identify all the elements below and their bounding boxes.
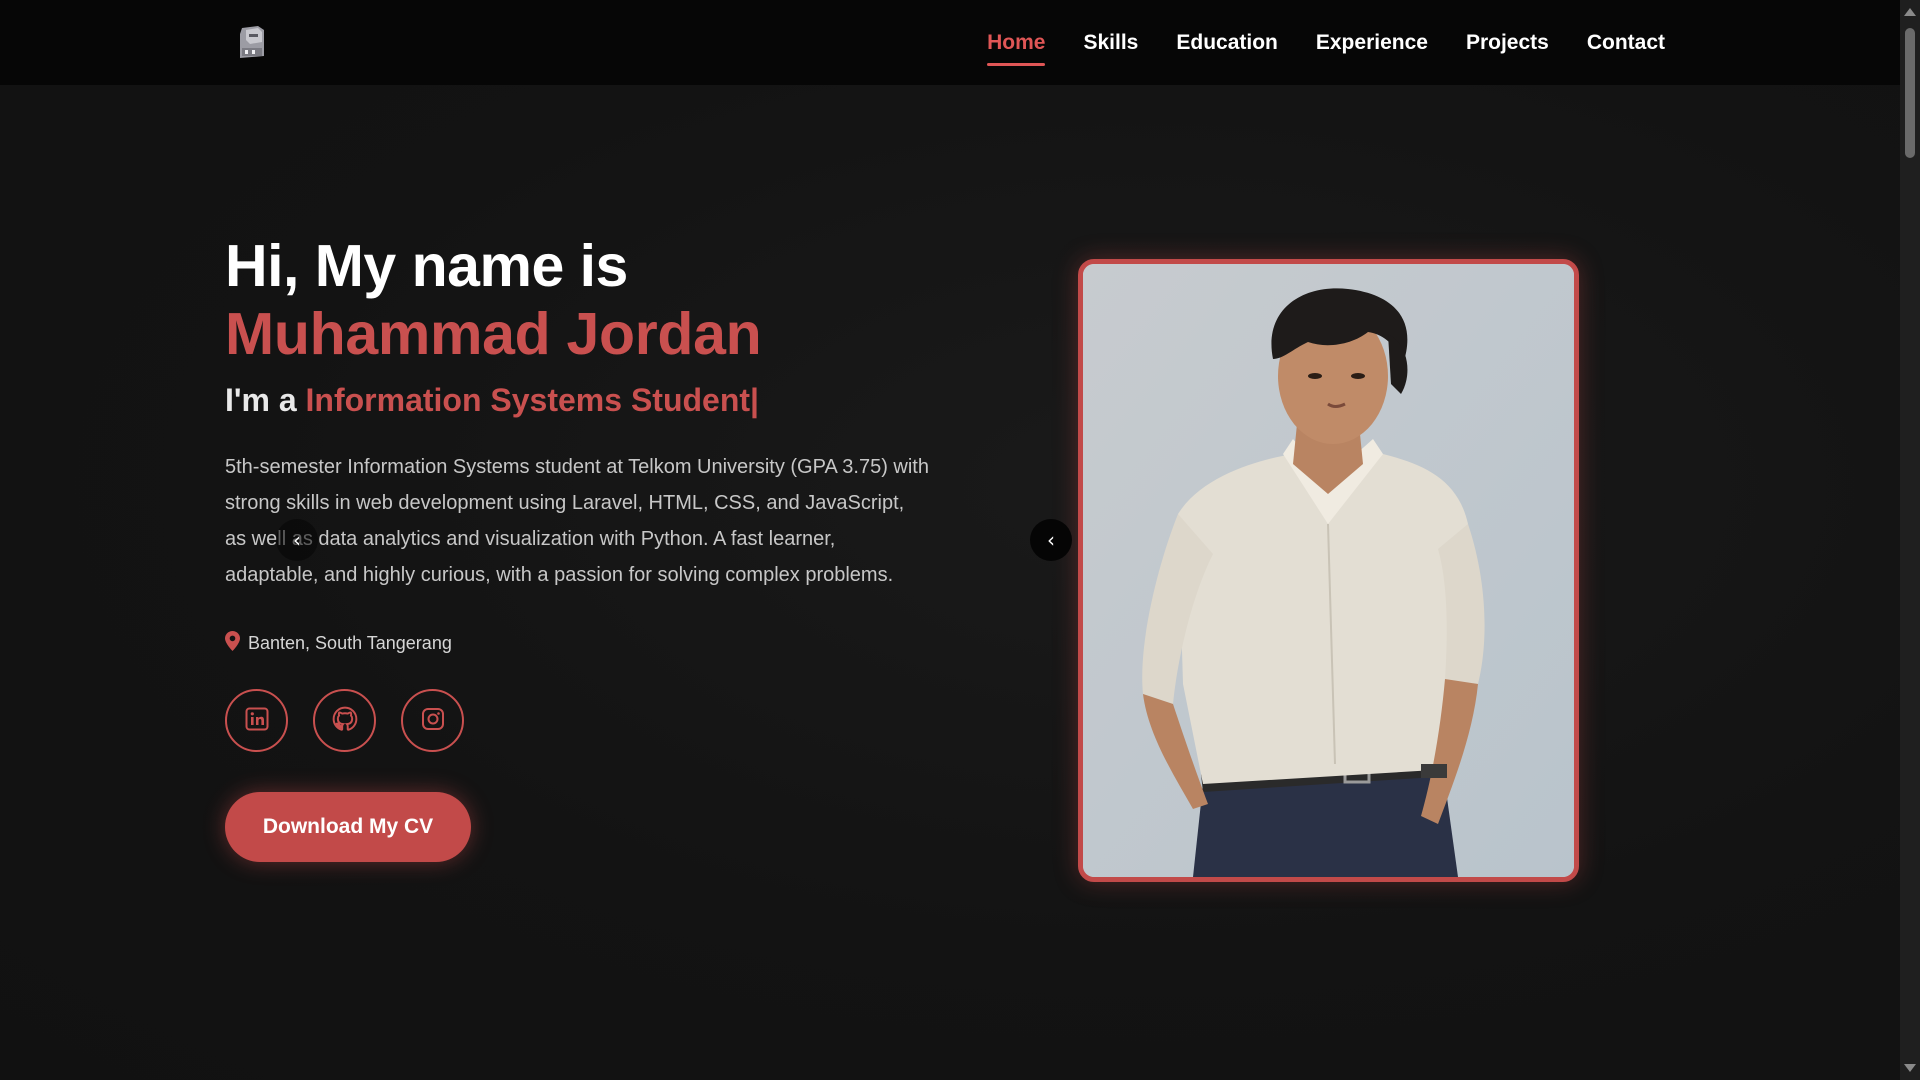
- chevron-left-icon: ‹: [1047, 528, 1055, 552]
- greeting-heading: Hi, My name is: [225, 233, 628, 299]
- download-cv-button[interactable]: Download My CV: [225, 792, 471, 862]
- nav-item-home[interactable]: Home: [987, 23, 1046, 66]
- stone-statue-logo-icon[interactable]: [232, 22, 272, 62]
- bio-paragraph: 5th-semester Information Systems student…: [225, 456, 929, 586]
- linkedin-button[interactable]: [225, 689, 288, 752]
- location-text: Banten, South Tangerang: [248, 633, 452, 653]
- profile-photo-frame: [1078, 259, 1579, 882]
- nav-links: Home Skills Education Experience Project…: [987, 0, 1665, 85]
- instagram-button[interactable]: [401, 689, 464, 752]
- social-links: [225, 689, 925, 752]
- nav-item-contact[interactable]: Contact: [1587, 23, 1665, 63]
- nav-item-education[interactable]: Education: [1176, 23, 1278, 63]
- page: Home Skills Education Experience Project…: [0, 0, 1920, 1080]
- scroll-up-arrow-icon[interactable]: [1904, 8, 1916, 16]
- role-prefix: I'm a: [225, 382, 297, 418]
- instagram-icon: [421, 707, 445, 735]
- role-typed-text: Information Systems Student|: [305, 382, 759, 418]
- scrollbar-thumb[interactable]: [1905, 28, 1915, 158]
- hero-intro: Hi, My name is Muhammad Jordan I'm a Inf…: [225, 232, 929, 862]
- github-icon: [332, 706, 358, 736]
- github-button[interactable]: [313, 689, 376, 752]
- nav-item-projects[interactable]: Projects: [1466, 23, 1549, 63]
- location: Banten, South Tangerang: [225, 631, 925, 656]
- navbar: Home Skills Education Experience Project…: [0, 0, 1900, 85]
- chevron-left-icon: ‹: [293, 528, 301, 552]
- linkedin-icon: [245, 707, 269, 735]
- map-pin-icon: [225, 631, 240, 656]
- nav-item-experience[interactable]: Experience: [1316, 23, 1428, 63]
- carousel-prev-button[interactable]: ‹: [1030, 519, 1072, 561]
- carousel-prev-overlay-button[interactable]: ‹: [276, 519, 318, 561]
- page-scrollbar[interactable]: [1900, 0, 1920, 1080]
- role-line: I'm a Information Systems Student|: [225, 382, 925, 419]
- name-heading: Muhammad Jordan: [225, 301, 762, 367]
- nav-item-skills[interactable]: Skills: [1083, 23, 1138, 63]
- scroll-down-arrow-icon[interactable]: [1904, 1064, 1916, 1072]
- profile-photo: [1083, 264, 1574, 877]
